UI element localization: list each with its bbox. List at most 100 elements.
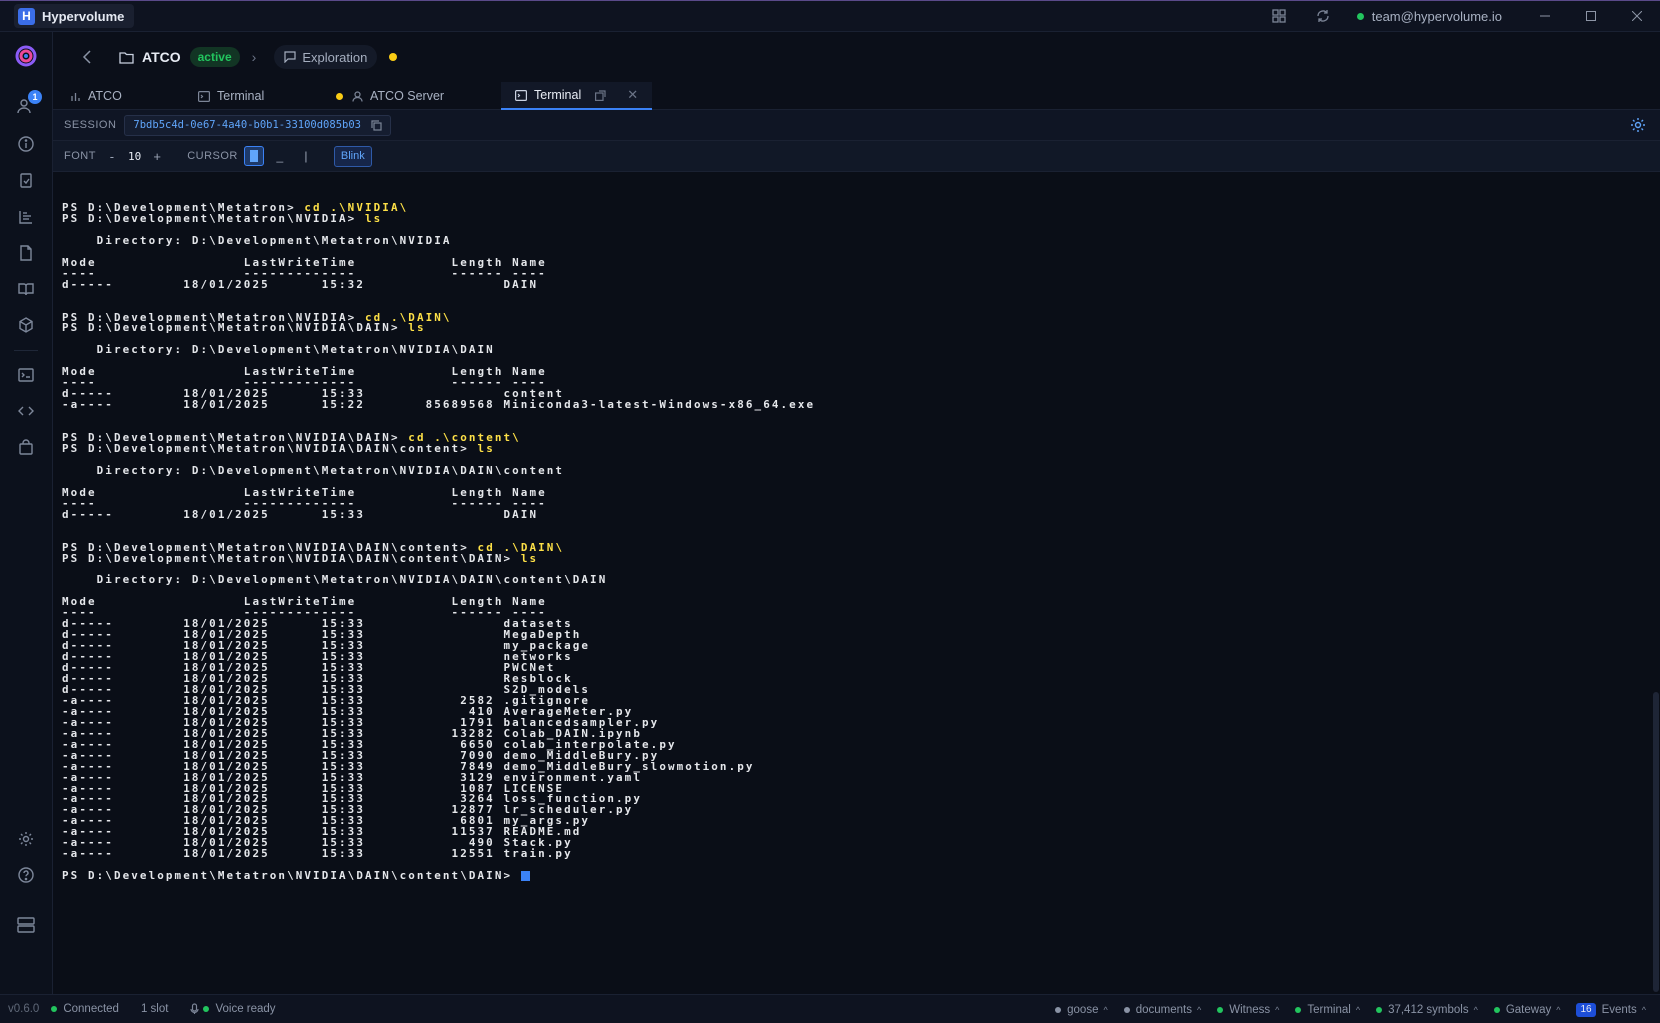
shopping-bag-icon[interactable] bbox=[14, 435, 38, 459]
connection-status[interactable]: Connected bbox=[51, 1003, 119, 1015]
account-status[interactable]: team@hypervolume.io bbox=[1356, 9, 1502, 24]
font-decrease-button[interactable]: - bbox=[104, 146, 120, 166]
status-37-412-symbols[interactable]: 37,412 symbols ^ bbox=[1376, 1004, 1478, 1016]
cursor-block-option[interactable] bbox=[243, 146, 264, 166]
status-label: Gateway bbox=[1505, 1003, 1552, 1016]
terminal-settings-icon[interactable] bbox=[1630, 117, 1646, 133]
connected-indicator bbox=[51, 1006, 58, 1012]
document-icon[interactable] bbox=[14, 241, 38, 265]
status-goose[interactable]: goose ^ bbox=[1055, 1004, 1108, 1016]
online-indicator bbox=[1356, 12, 1364, 20]
settings-gear-icon[interactable] bbox=[14, 827, 38, 851]
status-bar: v0.6.0 Connected 1 slot Voice ready goos… bbox=[0, 994, 1660, 1023]
package-icon[interactable] bbox=[14, 313, 38, 337]
chevron-right-icon: › bbox=[251, 49, 257, 65]
events-button[interactable]: 16 Events ^ bbox=[1576, 1002, 1646, 1017]
session-id-field[interactable]: 7bdb5c4d-0e67-4a40-b0b1-33100d085b03 bbox=[124, 114, 391, 136]
font-increase-button[interactable]: + bbox=[149, 146, 165, 166]
terminal-toolbar: FONT - 10 + CURSOR _ | Blink bbox=[53, 141, 1660, 172]
terminal-text: PS D:\Development\Metatron> cd .\NVIDIA\… bbox=[62, 202, 815, 882]
terminal-output[interactable]: PS D:\Development\Metatron> cd .\NVIDIA\… bbox=[53, 172, 1660, 994]
chart-icon bbox=[71, 92, 80, 101]
table-row: d----- 18/01/2025 15:32 DAIN bbox=[62, 277, 539, 291]
status-witness[interactable]: Witness ^ bbox=[1217, 1004, 1279, 1016]
cursor-bar-option[interactable]: | bbox=[296, 146, 316, 166]
book-icon[interactable] bbox=[14, 277, 38, 301]
clipboard-check-icon[interactable] bbox=[14, 168, 38, 192]
status-documents[interactable]: documents ^ bbox=[1123, 1003, 1202, 1016]
microphone-icon bbox=[190, 1003, 200, 1014]
connection-label: Connected bbox=[63, 1003, 119, 1015]
tab-terminal-1[interactable]: Terminal bbox=[198, 82, 264, 110]
copy-icon[interactable] bbox=[371, 119, 382, 131]
maximize-button[interactable] bbox=[1568, 1, 1614, 31]
status-indicator bbox=[1055, 1006, 1062, 1013]
terminal-cursor bbox=[520, 871, 530, 882]
status-label: goose bbox=[1067, 1003, 1099, 1016]
voice-indicator bbox=[203, 1006, 210, 1012]
bar-chart-icon[interactable] bbox=[14, 205, 38, 229]
status-terminal[interactable]: Terminal ^ bbox=[1295, 1004, 1360, 1016]
session-id: 7bdb5c4d-0e67-4a40-b0b1-33100d085b03 bbox=[133, 119, 361, 131]
minimize-button[interactable] bbox=[1522, 1, 1568, 31]
directory-line: Directory: D:\Development\Metatron\NVIDI… bbox=[62, 343, 495, 357]
prompt-line: PS D:\Development\Metatron\NVIDIA> ls bbox=[62, 211, 383, 225]
prompt-line: PS D:\Development\Metatron\NVIDIA\DAIN> … bbox=[62, 321, 426, 335]
mode-selector[interactable]: Exploration bbox=[274, 45, 378, 69]
tab-label: Terminal bbox=[217, 89, 265, 103]
code-icon[interactable] bbox=[14, 399, 38, 423]
tab-bar: ATCO Terminal ATCO Server Terminal ✕ bbox=[53, 82, 1660, 110]
tab-label: ATCO bbox=[88, 89, 122, 103]
events-count-badge: 16 bbox=[1576, 1002, 1596, 1017]
status-gateway[interactable]: Gateway ^ bbox=[1493, 1003, 1561, 1016]
unsaved-indicator bbox=[389, 53, 398, 61]
close-window-button[interactable] bbox=[1614, 1, 1660, 31]
layout-grid-icon[interactable] bbox=[1269, 6, 1289, 26]
chevron-up-icon: ^ bbox=[1196, 1004, 1202, 1015]
blink-toggle[interactable]: Blink bbox=[333, 145, 372, 167]
title-bar: H Hypervolume team@hypervolume.io bbox=[0, 0, 1660, 32]
close-tab-icon[interactable]: ✕ bbox=[627, 87, 638, 103]
chevron-up-icon: ^ bbox=[1355, 1004, 1361, 1015]
server-icon[interactable] bbox=[14, 913, 38, 937]
back-button[interactable] bbox=[77, 47, 97, 67]
brand-logo-icon[interactable] bbox=[14, 44, 38, 68]
active-prompt-line: PS D:\Development\Metatron\NVIDIA\DAIN\c… bbox=[62, 870, 815, 882]
status-label: 37,412 symbols bbox=[1388, 1003, 1469, 1016]
voice-status[interactable]: Voice ready bbox=[190, 1003, 276, 1015]
tab-atco[interactable]: ATCO bbox=[70, 82, 122, 110]
users-icon[interactable]: 1 bbox=[14, 90, 42, 118]
prompt-line: PS D:\Development\Metatron\NVIDIA\DAIN\c… bbox=[62, 441, 495, 455]
chevron-up-icon: ^ bbox=[1556, 1004, 1561, 1015]
rail-divider bbox=[14, 350, 38, 351]
voice-label: Voice ready bbox=[215, 1003, 276, 1015]
status-label: Terminal bbox=[1307, 1003, 1351, 1016]
directory-line: Directory: D:\Development\Metatron\NVIDI… bbox=[62, 233, 452, 247]
popout-icon[interactable] bbox=[595, 89, 606, 101]
slot-count: 1 slot bbox=[140, 1003, 169, 1015]
status-right: goose ^ documents ^ Witness ^ Terminal ^ 37,412 … bbox=[1055, 995, 1646, 1023]
modified-indicator bbox=[336, 92, 343, 100]
status-label: documents bbox=[1135, 1003, 1192, 1016]
version-label: v0.6.0 bbox=[8, 1003, 40, 1015]
font-size-value: 10 bbox=[127, 149, 142, 163]
tab-terminal-active[interactable]: Terminal ✕ bbox=[501, 82, 653, 110]
tab-label: ATCO Server bbox=[370, 89, 445, 103]
mode-label: Exploration bbox=[302, 49, 368, 65]
terminal-scrollbar[interactable] bbox=[1653, 692, 1659, 992]
table-row: -a---- 18/01/2025 15:33 12551 train.py bbox=[62, 847, 573, 861]
sync-icon[interactable] bbox=[1313, 6, 1333, 26]
tab-atco-server[interactable]: ATCO Server bbox=[336, 82, 444, 110]
directory-line: Directory: D:\Development\Metatron\NVIDI… bbox=[62, 573, 608, 587]
app-switcher[interactable]: H Hypervolume bbox=[14, 4, 135, 28]
status-badge: active bbox=[189, 47, 240, 67]
terminal-icon[interactable] bbox=[14, 363, 38, 387]
cursor-underline-option[interactable]: _ bbox=[270, 146, 290, 166]
info-icon[interactable] bbox=[14, 132, 38, 156]
events-label: Events bbox=[1601, 1003, 1637, 1016]
help-icon[interactable] bbox=[14, 863, 38, 887]
user-icon bbox=[352, 90, 363, 102]
project-title[interactable]: ATCO bbox=[142, 49, 181, 65]
